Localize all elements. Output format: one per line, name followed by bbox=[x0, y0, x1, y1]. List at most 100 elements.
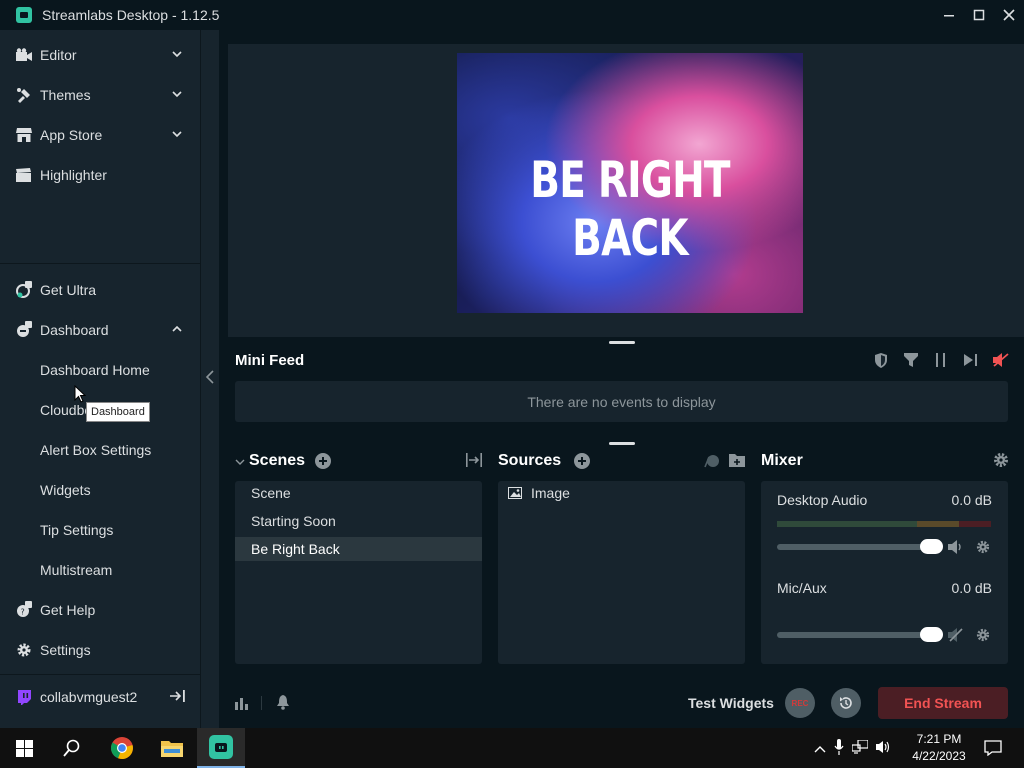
volume-slider-handle[interactable] bbox=[920, 539, 943, 554]
svg-text:?: ? bbox=[21, 608, 25, 617]
pause-icon[interactable] bbox=[932, 352, 950, 368]
search-button[interactable] bbox=[48, 728, 96, 768]
sidebar-item-dashboard[interactable]: Dashboard bbox=[0, 310, 200, 350]
footer-divider bbox=[261, 696, 262, 710]
scene-item[interactable]: Scene bbox=[235, 481, 482, 505]
add-folder-icon[interactable] bbox=[729, 453, 745, 470]
sidebar-item-get-ultra[interactable]: Get Ultra bbox=[0, 270, 200, 310]
maximize-button[interactable] bbox=[964, 0, 994, 30]
add-source-icon[interactable] bbox=[574, 453, 590, 472]
volume-slider[interactable] bbox=[777, 632, 941, 638]
sidebar-item-label: Dashboard bbox=[40, 322, 109, 338]
test-widgets-button[interactable]: Test Widgets bbox=[688, 695, 774, 711]
sidebar-item-editor[interactable]: Editor bbox=[0, 35, 200, 75]
sidebar-item-highlighter[interactable]: Highlighter bbox=[0, 155, 200, 195]
mini-feed-title: Mini Feed bbox=[235, 352, 305, 369]
start-button[interactable] bbox=[0, 728, 48, 768]
microphone-icon[interactable] bbox=[834, 738, 844, 758]
help-icon: ? bbox=[15, 601, 33, 619]
streamlabs-icon bbox=[209, 735, 233, 759]
sidebar-item-themes[interactable]: Themes bbox=[0, 75, 200, 115]
sidebar-item-settings[interactable]: Settings bbox=[0, 630, 200, 670]
sidebar-item-user[interactable]: collabvmguest2 bbox=[0, 677, 200, 717]
performance-chart-icon[interactable] bbox=[235, 696, 249, 713]
brush-icon bbox=[15, 86, 33, 104]
scene-item-active[interactable]: Be Right Back bbox=[235, 537, 482, 561]
taskbar-clock[interactable]: 7:21 PM 4/22/2023 bbox=[904, 731, 974, 765]
scenes-list: Scene Starting Soon Be Right Back bbox=[235, 481, 482, 664]
volume-slider[interactable] bbox=[777, 544, 941, 550]
mixer-settings-gear-icon[interactable] bbox=[993, 452, 1009, 471]
title-bar: Streamlabs Desktop - 1.12.5 bbox=[0, 0, 1024, 30]
sidebar-collapse-strip[interactable] bbox=[200, 30, 219, 728]
mixer-panel: Desktop Audio 0.0 dB Mic/Aux 0.0 dB bbox=[761, 481, 1008, 664]
clock-time: 7:21 PM bbox=[916, 732, 962, 746]
clock-date: 4/22/2023 bbox=[912, 749, 966, 763]
mixer-channel-name: Desktop Audio bbox=[777, 492, 868, 508]
sidebar-item-label: Get Help bbox=[40, 602, 96, 618]
scene-transition-icon[interactable] bbox=[466, 453, 482, 470]
shield-icon[interactable] bbox=[872, 352, 890, 368]
sidebar-subitem-dashboard-home[interactable]: Dashboard Home bbox=[40, 350, 150, 390]
channel-settings-gear-icon[interactable] bbox=[976, 628, 990, 645]
skip-icon[interactable] bbox=[962, 352, 980, 368]
chrome-icon bbox=[110, 737, 133, 760]
speaker-muted-icon[interactable] bbox=[948, 628, 964, 645]
record-button[interactable]: REC bbox=[785, 688, 815, 718]
taskbar-streamlabs[interactable] bbox=[197, 728, 245, 768]
action-center-button[interactable] bbox=[978, 728, 1008, 768]
volume-icon[interactable] bbox=[876, 740, 892, 757]
sidebar-subitem-alert-box-settings[interactable]: Alert Box Settings bbox=[40, 430, 151, 470]
close-button[interactable] bbox=[994, 0, 1024, 30]
mini-feed: Mini Feed There are no events to display bbox=[219, 340, 1024, 440]
streamlabs-logo-icon bbox=[16, 7, 32, 23]
sidebar-item-get-help[interactable]: ? Get Help bbox=[0, 590, 200, 630]
source-label: Image bbox=[531, 485, 570, 501]
sidebar-divider bbox=[0, 263, 200, 264]
preview-image: BE RIGHT BACK bbox=[457, 53, 803, 313]
taskbar-file-explorer[interactable] bbox=[148, 728, 196, 768]
end-stream-button[interactable]: End Stream bbox=[878, 687, 1008, 719]
chevron-up-icon bbox=[172, 325, 182, 332]
webcam-source-icon[interactable] bbox=[704, 453, 720, 472]
sidebar-subitem-multistream[interactable]: Multistream bbox=[40, 550, 112, 590]
scenes-title: Scenes bbox=[249, 452, 306, 469]
sidebar-item-app-store[interactable]: App Store bbox=[0, 115, 200, 155]
network-icon[interactable] bbox=[851, 738, 869, 757]
editor-footer: Test Widgets REC End Stream bbox=[219, 680, 1024, 728]
sidebar-item-label: Get Ultra bbox=[40, 282, 97, 298]
chevron-down-icon bbox=[172, 91, 182, 98]
add-scene-icon[interactable] bbox=[315, 453, 331, 472]
sidebar-subitem-widgets[interactable]: Widgets bbox=[40, 470, 91, 510]
chevron-down-icon[interactable] bbox=[235, 457, 245, 467]
system-tray bbox=[814, 728, 892, 768]
source-item[interactable]: Image bbox=[498, 481, 745, 505]
minimize-button[interactable] bbox=[934, 0, 964, 30]
logout-icon[interactable] bbox=[170, 689, 186, 706]
chevron-down-icon bbox=[172, 131, 182, 138]
mini-feed-tools bbox=[872, 352, 1010, 368]
close-icon bbox=[1003, 9, 1015, 21]
notification-icon bbox=[984, 740, 1002, 756]
window-controls bbox=[934, 0, 1024, 30]
scene-item[interactable]: Starting Soon bbox=[235, 509, 482, 533]
dashboard-icon bbox=[15, 321, 33, 339]
replay-buffer-button[interactable] bbox=[831, 688, 861, 718]
volume-slider-handle[interactable] bbox=[920, 627, 943, 642]
mute-alerts-icon[interactable] bbox=[992, 352, 1010, 368]
sidebar-subitem-tip-settings[interactable]: Tip Settings bbox=[40, 510, 113, 550]
sidebar-item-label: Settings bbox=[40, 642, 91, 658]
stream-preview[interactable]: BE RIGHT BACK bbox=[228, 44, 1024, 337]
camera-icon bbox=[15, 46, 33, 64]
filter-icon[interactable] bbox=[902, 352, 920, 368]
taskbar-chrome[interactable] bbox=[98, 728, 146, 768]
mixer-channel-db: 0.0 dB bbox=[951, 580, 992, 596]
chevron-up-icon[interactable] bbox=[814, 740, 826, 756]
ultra-icon bbox=[15, 281, 33, 299]
chevron-left-icon[interactable] bbox=[205, 370, 215, 387]
speaker-icon[interactable] bbox=[948, 540, 964, 557]
windows-logo-icon bbox=[15, 739, 33, 757]
notification-bell-icon[interactable] bbox=[276, 695, 290, 713]
search-icon bbox=[63, 739, 80, 757]
channel-settings-gear-icon[interactable] bbox=[976, 540, 990, 557]
